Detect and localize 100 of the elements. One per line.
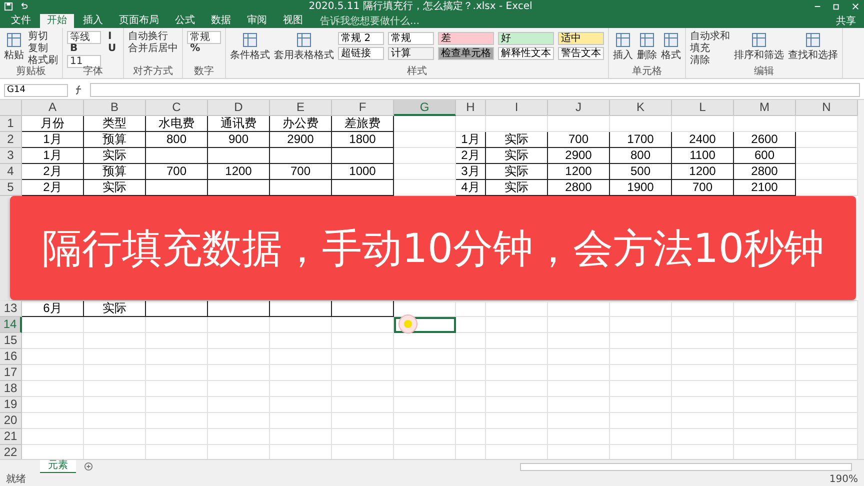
cell-style-swatch[interactable]: 差	[438, 32, 494, 45]
ribbon-tab[interactable]: 文件	[4, 14, 38, 28]
ribbon-button[interactable]: 插入	[613, 31, 634, 65]
restore-icon[interactable]	[832, 2, 841, 11]
share-button[interactable]: 共享	[836, 15, 856, 28]
cell-style-swatch[interactable]: 解释性文本	[498, 47, 554, 60]
table-cell	[208, 349, 270, 365]
column-header[interactable]: E	[270, 100, 332, 116]
table-cell: 2月	[456, 148, 486, 164]
column-header[interactable]: K	[610, 100, 672, 116]
ribbon-tab[interactable]: 页面布局	[112, 14, 166, 28]
table-cell	[270, 413, 332, 429]
table-cell	[456, 413, 486, 429]
column-header[interactable]: F	[332, 100, 394, 116]
row-header[interactable]: 22	[0, 445, 22, 459]
zoom-level[interactable]: 190%	[829, 474, 858, 486]
dropdown-field[interactable]: 常规	[187, 31, 222, 44]
table-cell	[208, 317, 270, 333]
table-cell	[456, 333, 486, 349]
column-header[interactable]: H	[456, 100, 486, 116]
row-header[interactable]: 13	[0, 301, 22, 317]
row-header[interactable]: 4	[0, 164, 22, 180]
table-cell	[22, 317, 84, 333]
format-button[interactable]: I	[105, 31, 120, 42]
column-header[interactable]: N	[796, 100, 858, 116]
name-box[interactable]: G14	[4, 84, 68, 96]
horizontal-scrollbar[interactable]	[520, 462, 852, 470]
format-button[interactable]: B	[67, 43, 101, 54]
cell-style-swatch[interactable]: 常规	[388, 32, 434, 45]
table-cell	[270, 429, 332, 445]
cell-style-swatch[interactable]: 常规 2	[338, 32, 384, 45]
row-header[interactable]: 17	[0, 365, 22, 381]
ribbon-button[interactable]: 查找和选择	[788, 31, 838, 65]
sheet-tab[interactable]: 元素	[40, 460, 76, 474]
column-header[interactable]: J	[548, 100, 610, 116]
row-header[interactable]: 16	[0, 349, 22, 365]
table-cell	[486, 381, 548, 397]
save-icon[interactable]	[4, 2, 13, 11]
cell-style-swatch[interactable]: 超链接	[338, 47, 384, 60]
row-header[interactable]: 14	[0, 317, 22, 333]
table-icon	[750, 31, 768, 49]
ribbon-button[interactable]: 删除	[637, 31, 658, 65]
undo-icon[interactable]	[19, 2, 28, 11]
row-header[interactable]: 21	[0, 429, 22, 445]
cell-style-swatch[interactable]: 警告文本	[558, 47, 604, 60]
cell-style-swatch[interactable]: 适中	[558, 32, 604, 45]
format-button[interactable]: U	[105, 43, 120, 54]
cell-style-swatch[interactable]: 好	[498, 32, 554, 45]
column-header[interactable]: B	[84, 100, 146, 116]
column-header[interactable]: A	[22, 100, 84, 116]
table-cell	[672, 381, 734, 397]
table-cell	[486, 317, 548, 333]
ribbon-button[interactable]: 自动换行	[128, 31, 178, 42]
format-button[interactable]: %	[187, 43, 222, 54]
ribbon-tab[interactable]: 审阅	[240, 14, 274, 28]
ribbon-button[interactable]: 格式刷	[28, 55, 58, 66]
column-header[interactable]: L	[672, 100, 734, 116]
ribbon-button[interactable]: 剪切	[28, 31, 58, 42]
ribbon-button[interactable]: 套用表格格式	[274, 31, 334, 65]
table-cell	[394, 164, 456, 180]
row-header[interactable]: 3	[0, 148, 22, 164]
add-sheet-icon[interactable]	[84, 462, 93, 471]
row-header[interactable]: 20	[0, 413, 22, 429]
ribbon-tab[interactable]: 数据	[204, 14, 238, 28]
column-header[interactable]: G	[394, 100, 456, 116]
ribbon-button[interactable]: 条件格式	[230, 31, 270, 65]
ribbon-button[interactable]: 清除	[690, 55, 730, 66]
table-cell	[796, 429, 858, 445]
ribbon-tab[interactable]: 开始	[40, 14, 74, 28]
ribbon-tab[interactable]: 视图	[276, 14, 310, 28]
column-header[interactable]: C	[146, 100, 208, 116]
ribbon-button[interactable]: 合并后居中	[128, 43, 178, 54]
table-cell	[548, 365, 610, 381]
function-icon[interactable]	[74, 85, 84, 95]
formula-field[interactable]	[90, 83, 860, 97]
row-header[interactable]: 18	[0, 381, 22, 397]
cell-style-swatch[interactable]: 计算	[388, 47, 434, 60]
row-header[interactable]: 15	[0, 333, 22, 349]
row-header[interactable]: 2	[0, 132, 22, 148]
cell-style-swatch[interactable]: 检查单元格	[438, 47, 494, 60]
ribbon-button[interactable]: 格式	[661, 31, 682, 65]
ribbon-tab[interactable]: 公式	[168, 14, 202, 28]
row-header[interactable]: 19	[0, 397, 22, 413]
column-header[interactable]: I	[486, 100, 548, 116]
ribbon-button[interactable]: 复制	[28, 43, 58, 54]
ribbon-button[interactable]: 粘贴	[4, 31, 24, 65]
ribbon-tab[interactable]: 插入	[76, 14, 110, 28]
table-cell	[734, 365, 796, 381]
ribbon-button[interactable]: 填充	[690, 43, 730, 54]
row-header[interactable]: 1	[0, 116, 22, 132]
column-header[interactable]: M	[734, 100, 796, 116]
ribbon-button[interactable]: 自动求和	[690, 31, 730, 42]
column-header[interactable]: D	[208, 100, 270, 116]
table-cell	[456, 365, 486, 381]
table-cell	[208, 429, 270, 445]
tell-me-field[interactable]: 告诉我您想要做什么...	[320, 15, 834, 28]
dropdown-field[interactable]: 等线	[67, 31, 101, 44]
ribbon-button[interactable]: 排序和筛选	[734, 31, 784, 65]
row-header[interactable]: 5	[0, 180, 22, 196]
close-icon[interactable]	[851, 2, 860, 11]
